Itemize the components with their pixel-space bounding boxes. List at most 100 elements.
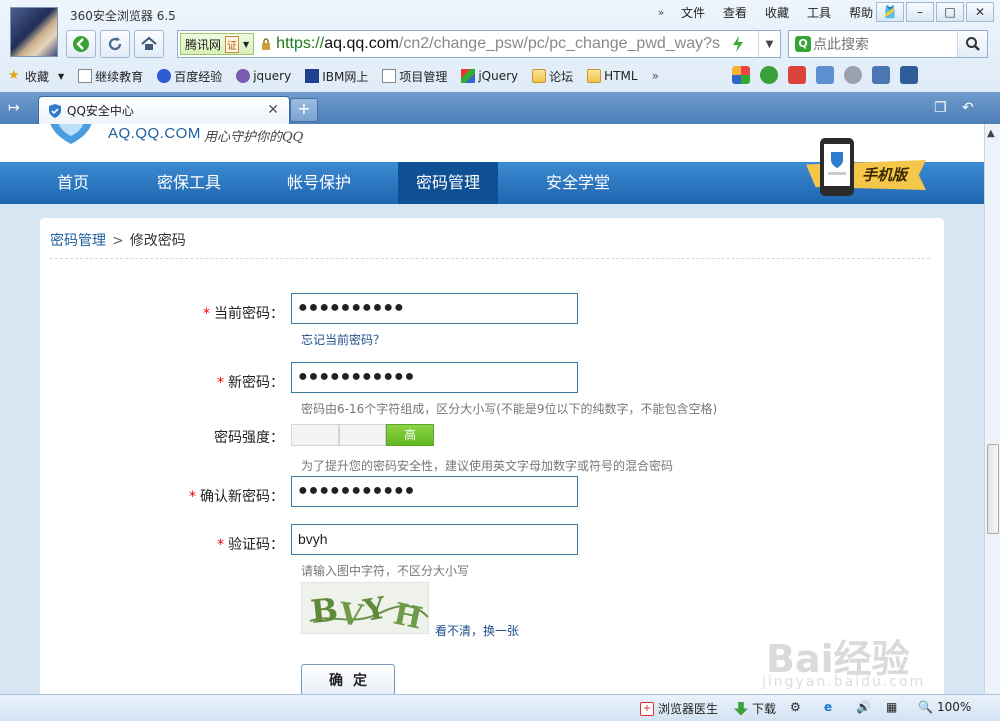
bookmark-jquery[interactable]: jquery [236, 69, 291, 83]
new-password-field[interactable]: ●●●●●●●●●●● [291, 362, 578, 393]
url-text[interactable]: https://aq.qq.com/cn2/change_psw/pc/pc_c… [276, 35, 730, 53]
wrench-icon[interactable] [872, 66, 890, 84]
strength-segment-high: 高 [386, 424, 435, 446]
app-title: 360安全浏览器 6.5 [70, 9, 176, 23]
search-box: Q [788, 30, 988, 58]
doctor-cross-icon: + [640, 701, 654, 716]
confirm-password-field[interactable]: ●●●●●●●●●●● [291, 476, 578, 507]
maximize-button[interactable]: □ [936, 2, 964, 22]
new-tab-button[interactable]: + [290, 98, 318, 122]
badge-dropdown-icon: ▼ [243, 39, 250, 49]
mobile-version-link[interactable]: 手机版 [806, 138, 928, 198]
bookmark-html[interactable]: HTML [587, 69, 638, 83]
close-tab-icon[interactable]: ✕ [267, 102, 279, 118]
more-tools-icon[interactable] [900, 66, 918, 84]
skin-button[interactable]: 🎽 [876, 2, 904, 22]
menu-bar: » 文件 查看 收藏 工具 帮助 [650, 5, 882, 21]
speed-icon[interactable] [730, 34, 746, 54]
confirm-password-label: * 确认新密码： [189, 489, 284, 505]
close-window-button[interactable]: ✕ [966, 2, 994, 22]
captcha-hint: 请输入图中字符，不区分大小写 [301, 564, 470, 578]
address-dropdown-icon[interactable]: ▼ [758, 31, 780, 57]
zoom-icon: 🔍 [918, 700, 933, 714]
svg-text:H: H [390, 597, 425, 635]
captcha-field[interactable]: bvyh [291, 524, 578, 555]
menu-expand-icon[interactable]: » [650, 5, 672, 21]
refresh-captcha-link[interactable]: 看不清，换一张 [435, 622, 519, 639]
nav-security-school[interactable]: 安全学堂 [520, 162, 636, 204]
menu-favorites[interactable]: 收藏 [756, 5, 798, 21]
bookmark-continuing-education[interactable]: 继续教育 [78, 68, 143, 85]
ie-engine-icon[interactable]: e [824, 700, 832, 714]
bookmark-favorites[interactable]: ★ 收藏 ▼ [8, 68, 64, 85]
restore-tabs-icon[interactable]: ❐ [934, 100, 947, 116]
password-strength-meter: 高 [291, 424, 435, 446]
refresh-button[interactable] [100, 30, 130, 58]
tab-title: QQ安全中心 [67, 104, 134, 118]
page-scrollbar[interactable]: ▲ [984, 124, 1000, 694]
menu-tools[interactable]: 工具 [798, 5, 840, 21]
search-input[interactable] [813, 36, 953, 52]
address-bar[interactable]: 腾讯网 证 ▼ https://aq.qq.com/cn2/change_psw… [177, 30, 781, 58]
logo-text: AQ.QQ.COM [108, 125, 201, 142]
download-arrow-icon [734, 701, 748, 716]
breadcrumb-separator: > [112, 233, 124, 249]
jquery-icon [461, 69, 476, 83]
browser-chrome: 360安全浏览器 6.5 » 文件 查看 收藏 工具 帮助 🎽 – □ ✕ 腾讯… [0, 0, 1000, 124]
nav-home[interactable]: 首页 [30, 162, 116, 204]
nav-security-tools[interactable]: 密保工具 [132, 162, 246, 204]
apps-icon[interactable] [732, 66, 750, 84]
bookmark-forum[interactable]: 论坛 [532, 68, 573, 85]
download-button[interactable]: 下载 [734, 700, 776, 717]
new-password-hint: 密码由6-16个字符组成，区分大小写(不能是9位以下的纯数字，不能包含空格) [301, 402, 718, 416]
strength-segment-medium [338, 424, 387, 446]
aq-logo-icon[interactable] [44, 124, 98, 146]
search-icon [965, 37, 980, 51]
qq-shield-icon [49, 103, 61, 118]
360-guard-icon[interactable] [760, 66, 778, 84]
captcha-image[interactable]: B V Y H [301, 582, 429, 637]
search-button[interactable] [957, 31, 987, 57]
home-button[interactable] [134, 30, 164, 58]
tab-qq-security[interactable]: QQ安全中心 ✕ [38, 96, 290, 124]
certificate-badge: 证 [225, 35, 240, 53]
nav-account-protection[interactable]: 帐号保护 [262, 162, 376, 204]
sidebar-toggle-icon[interactable]: ↦ [8, 98, 28, 118]
menu-file[interactable]: 文件 [672, 5, 714, 21]
confirm-button[interactable]: 确定 [301, 664, 395, 694]
strength-segment-low [291, 424, 339, 446]
nav-password-management[interactable]: 密码管理 [398, 162, 498, 204]
forgot-password-link[interactable]: 忘记当前密码？ [301, 331, 385, 348]
breadcrumb-password-management[interactable]: 密码管理 [50, 233, 106, 249]
page-icon [78, 69, 93, 83]
speed-mode-icon[interactable]: ⚙ [790, 700, 801, 714]
scroll-up-icon[interactable]: ▲ [987, 128, 995, 139]
toolbar-icon[interactable]: ▦ [886, 700, 897, 714]
user-avatar[interactable] [10, 7, 58, 57]
game-icon[interactable] [844, 66, 862, 84]
scrollbar-thumb[interactable] [987, 444, 999, 534]
undo-close-icon[interactable]: ↶ [962, 100, 974, 116]
php-icon [236, 69, 251, 83]
web-page: AQ.QQ.COM 用心守护你的QQ 首页 密保工具 帐号保护 密码管理 安全学… [0, 124, 984, 694]
zoom-control[interactable]: 🔍 100% [918, 700, 971, 714]
volume-icon[interactable]: 🔊 [856, 700, 871, 714]
tab-strip: ↦ QQ安全中心 ✕ + ❐ ↶ [0, 92, 1000, 124]
bookmark-ibm[interactable]: IBM网上 [305, 68, 368, 85]
bookmark-baidu-jingyan[interactable]: 百度经验 [157, 68, 222, 85]
menu-view[interactable]: 查看 [714, 5, 756, 21]
search-engine-icon[interactable]: Q [795, 36, 811, 52]
bookmark-project-management[interactable]: 项目管理 [382, 68, 447, 85]
page-icon [382, 69, 397, 83]
svg-text:Y: Y [360, 591, 389, 629]
site-identity-badge[interactable]: 腾讯网 证 ▼ [180, 33, 255, 55]
folder-icon [532, 69, 547, 83]
back-button[interactable] [66, 30, 96, 58]
minimize-button[interactable]: – [906, 2, 934, 22]
browser-doctor[interactable]: + 浏览器医生 [640, 700, 718, 717]
screenshot-icon[interactable] [816, 66, 834, 84]
bookmarks-more-icon[interactable]: » [652, 69, 659, 83]
translate-icon[interactable] [788, 66, 806, 84]
bookmark-jquery-site[interactable]: jQuery [461, 69, 518, 83]
current-password-field[interactable]: ●●●●●●●●●● [291, 293, 578, 324]
